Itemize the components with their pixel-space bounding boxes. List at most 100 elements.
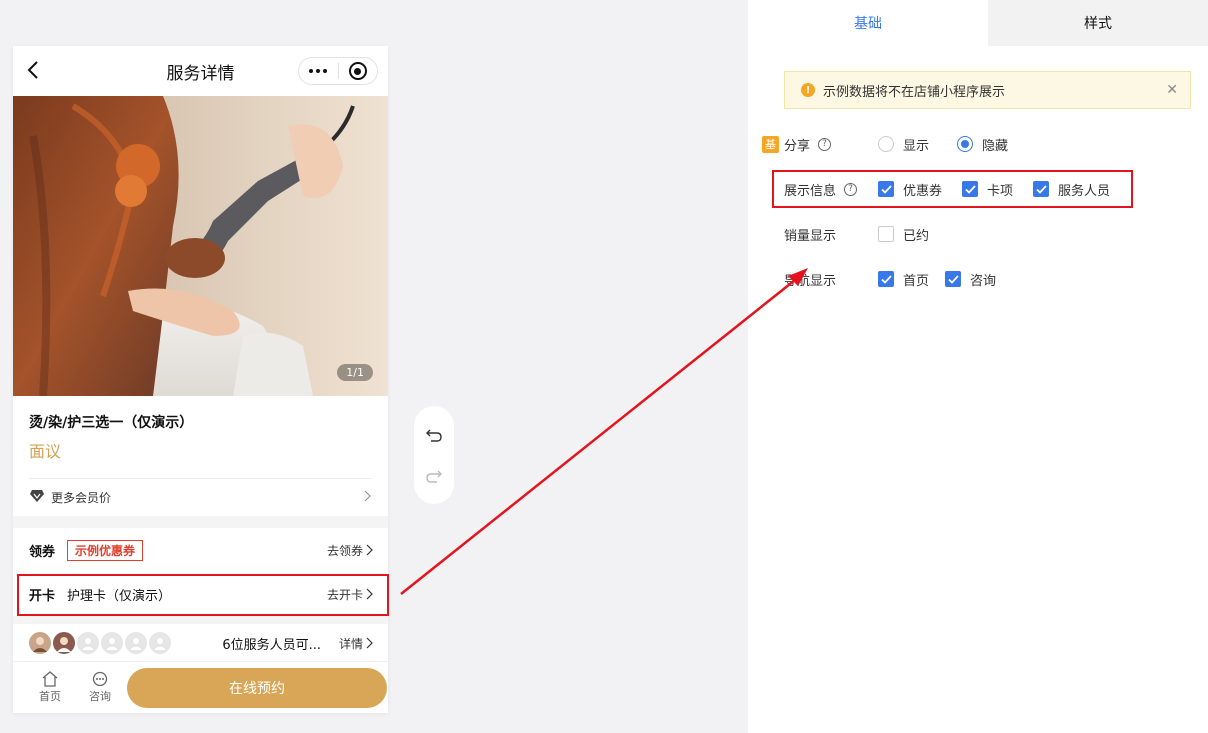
- service-info: 烫/染/护三选一（仅演示） 面议 更多会员价: [13, 396, 388, 516]
- chevron-right-icon: [366, 637, 373, 649]
- close-icon[interactable]: ✕: [1166, 82, 1178, 98]
- undo-button[interactable]: [422, 423, 446, 447]
- checkbox-checked: [962, 181, 979, 197]
- chevron-right-icon: [366, 544, 373, 556]
- display-info-row: 展示信息 ? 优惠券 卡项 服务人员: [784, 179, 1130, 199]
- get-coupon-label: 去领券: [326, 543, 363, 558]
- booked-checkbox[interactable]: 已约: [878, 225, 929, 244]
- book-online-button[interactable]: 在线预约: [127, 667, 387, 708]
- warning-icon: !: [801, 83, 815, 97]
- more-dots-icon: [309, 69, 328, 73]
- coupon-row[interactable]: 领券 示例优惠券 去领券: [13, 528, 388, 572]
- display-info-label-group: 展示信息 ?: [784, 180, 878, 199]
- tab-style[interactable]: 样式: [988, 0, 1208, 46]
- close-program-button[interactable]: [339, 58, 378, 84]
- tab-home-label: 首页: [39, 690, 61, 703]
- help-icon[interactable]: ?: [818, 137, 832, 151]
- nav-display-label-group: 导航显示: [784, 270, 878, 289]
- sales-display-label-group: 销量显示: [784, 225, 878, 244]
- settings-tabs: 基础 样式: [748, 0, 1208, 46]
- staff-row[interactable]: 6位服务人员可... 详情: [13, 616, 388, 662]
- card-row[interactable]: 开卡 护理卡（仅演示） 去开卡: [13, 572, 388, 616]
- consult-checkbox[interactable]: 咨询: [945, 270, 996, 289]
- share-label: 分享: [784, 138, 811, 154]
- member-price-label: 更多会员价: [51, 491, 112, 505]
- staff-detail-link[interactable]: 详情: [339, 635, 374, 652]
- checkbox-checked: [945, 271, 962, 287]
- service-name: 烫/染/护三选一（仅演示）: [29, 415, 194, 431]
- coupon-checkbox-label: 优惠券: [903, 183, 943, 199]
- staff-avatars: [27, 630, 173, 656]
- share-hide-radio[interactable]: 隐藏: [957, 135, 1008, 154]
- phone-preview: 服务详情 1/1 烫/染/护三选一（仅演示） 面议 更多会员价 领券 示例优惠券…: [13, 46, 388, 713]
- checkbox-checked: [878, 181, 894, 197]
- tab-consult[interactable]: 咨询: [75, 671, 125, 704]
- member-price-row[interactable]: 更多会员价: [29, 478, 372, 516]
- open-card-label: 去开卡: [326, 587, 363, 602]
- nav-display-row: 导航显示 首页 咨询: [784, 269, 1016, 289]
- staff-count-text: 6位服务人员可...: [222, 637, 321, 653]
- history-panel: [414, 406, 454, 504]
- share-hide-label: 隐藏: [982, 138, 1009, 154]
- notice-banner: ! 示例数据将不在店铺小程序展示 ✕: [784, 71, 1191, 109]
- share-show-radio[interactable]: 显示: [878, 135, 929, 154]
- check-icon: [880, 274, 892, 284]
- redo-icon: [426, 470, 442, 483]
- staff-detail-label: 详情: [338, 636, 363, 651]
- service-price: 面议: [29, 442, 62, 461]
- checkbox-unchecked: [878, 226, 894, 242]
- avatar: [75, 630, 101, 656]
- check-icon: [947, 274, 959, 284]
- sales-display-row: 销量显示 已约: [784, 224, 949, 244]
- help-icon[interactable]: ?: [844, 182, 858, 196]
- share-show-label: 显示: [903, 138, 930, 154]
- avatar: [99, 630, 125, 656]
- tab-consult-label: 咨询: [89, 690, 111, 703]
- page-title: 服务详情: [166, 63, 235, 84]
- chevron-right-icon: [366, 588, 373, 600]
- tab-basic[interactable]: 基础: [748, 0, 988, 46]
- display-info-label: 展示信息: [784, 183, 837, 199]
- mini-program-capsule: [298, 57, 378, 85]
- check-icon: [1035, 184, 1047, 194]
- share-label-group: 基 分享 ?: [762, 135, 878, 154]
- check-icon: [880, 184, 892, 194]
- staff-checkbox-label: 服务人员: [1058, 183, 1111, 199]
- home-checkbox[interactable]: 首页: [878, 270, 929, 289]
- service-photo: 1/1: [13, 96, 388, 396]
- bottom-tabbar: 首页 咨询 在线预约: [13, 661, 388, 713]
- radio-circle-selected: [957, 136, 974, 152]
- back-icon[interactable]: [21, 58, 45, 82]
- tab-home[interactable]: 首页: [25, 671, 75, 704]
- notice-text: 示例数据将不在店铺小程序展示: [823, 84, 1006, 100]
- coupon-key: 领券: [29, 544, 56, 560]
- chevron-right-icon: [364, 490, 372, 505]
- section-gap: [13, 516, 388, 528]
- undo-icon: [426, 429, 442, 442]
- hair-photo-image: [13, 96, 388, 396]
- basic-badge: 基: [762, 135, 779, 153]
- check-icon: [964, 184, 976, 194]
- card-checkbox[interactable]: 卡项: [962, 180, 1013, 199]
- radio-circle: [878, 136, 894, 152]
- staff-checkbox[interactable]: 服务人员: [1033, 180, 1110, 199]
- card-desc: 护理卡（仅演示）: [67, 588, 172, 604]
- home-icon: [42, 671, 58, 687]
- get-coupon-link[interactable]: 去领券: [327, 542, 374, 559]
- more-button[interactable]: [299, 58, 338, 84]
- card-key: 开卡: [29, 588, 56, 604]
- share-row: 基 分享 ? 显示 隐藏: [762, 134, 1028, 154]
- nav-display-label: 导航显示: [784, 273, 837, 289]
- consult-checkbox-label: 咨询: [970, 273, 997, 289]
- nav-bar: 服务详情: [13, 46, 388, 96]
- avatar: [123, 630, 149, 656]
- booked-checkbox-label: 已约: [903, 228, 930, 244]
- target-icon: [348, 62, 367, 80]
- avatar: [27, 630, 53, 656]
- open-card-link[interactable]: 去开卡: [327, 586, 374, 603]
- avatar: [51, 630, 77, 656]
- redo-button[interactable]: [422, 464, 446, 488]
- home-checkbox-label: 首页: [903, 273, 930, 289]
- checkbox-checked: [1033, 181, 1050, 197]
- coupon-checkbox[interactable]: 优惠券: [878, 180, 942, 199]
